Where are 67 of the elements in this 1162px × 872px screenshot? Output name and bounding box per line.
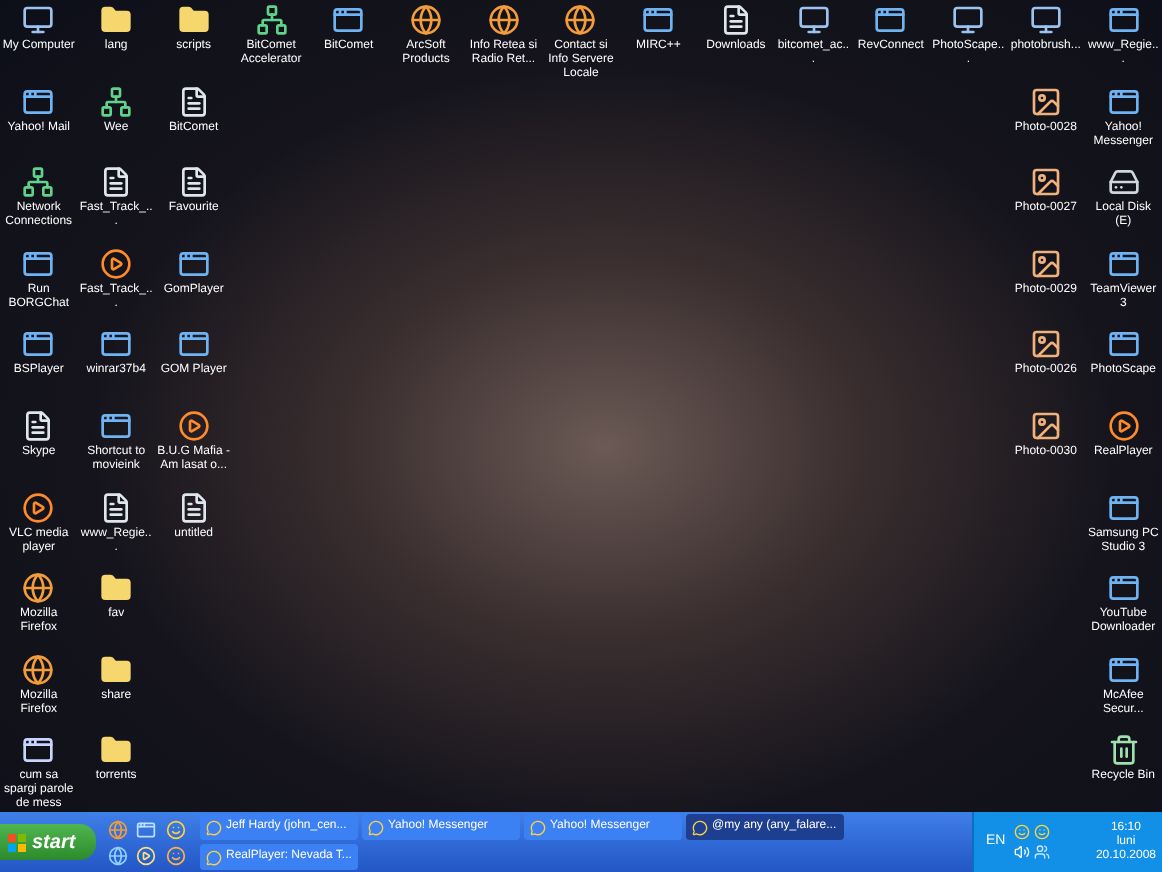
app-icon <box>22 328 55 361</box>
chat-icon <box>692 819 708 835</box>
folder-icon <box>100 653 133 686</box>
smiley-icon[interactable] <box>165 819 186 839</box>
network-icon <box>255 4 288 36</box>
speaker-icon[interactable] <box>1013 844 1030 860</box>
app-icon <box>1107 247 1140 280</box>
app-icon <box>642 4 675 36</box>
monitor-icon <box>1029 4 1062 36</box>
app-icon <box>1107 328 1140 361</box>
document-icon <box>22 409 55 442</box>
play-icon <box>100 247 133 280</box>
document-icon <box>177 85 210 118</box>
smiley-icon[interactable] <box>1013 824 1030 840</box>
document-icon <box>719 4 752 36</box>
app-icon <box>1107 85 1140 118</box>
app-icon <box>22 247 55 280</box>
window-icon <box>22 734 55 767</box>
folder-icon <box>100 572 133 605</box>
image-file-icon <box>1029 328 1062 361</box>
globe-icon[interactable] <box>108 819 128 839</box>
globe-icon <box>410 4 443 36</box>
app-icon <box>1107 4 1140 36</box>
globe-icon <box>22 572 55 605</box>
app-icon <box>1107 653 1140 686</box>
windows-logo-icon <box>8 833 26 851</box>
image-file-icon <box>1029 85 1062 118</box>
folder-icon <box>100 734 133 767</box>
folder-icon <box>177 4 210 36</box>
app-icon <box>874 4 907 36</box>
app-icon <box>100 409 133 442</box>
globe-icon <box>487 4 520 36</box>
app-icon <box>100 328 133 361</box>
network-icon <box>100 85 133 118</box>
app-icon <box>22 85 55 118</box>
document-icon <box>177 166 210 199</box>
users-icon[interactable] <box>1033 844 1050 860</box>
chat-icon <box>530 819 546 835</box>
smiley-icon[interactable] <box>1033 824 1050 840</box>
drive-icon <box>1107 166 1140 199</box>
monitor-icon <box>22 4 55 36</box>
play-icon[interactable] <box>136 845 157 865</box>
globe-icon <box>564 4 597 36</box>
smiley-icon[interactable] <box>165 845 186 865</box>
app-icon <box>177 247 210 280</box>
app-icon <box>1107 572 1140 605</box>
play-icon <box>22 491 55 524</box>
monitor-icon <box>952 4 985 36</box>
play-icon <box>1107 409 1140 442</box>
app-icon <box>1107 491 1140 524</box>
chat-icon <box>368 819 384 835</box>
app-icon[interactable] <box>136 819 157 839</box>
network-icon <box>22 166 55 199</box>
play-icon <box>177 409 210 442</box>
recycle-bin-icon <box>1107 734 1140 767</box>
image-file-icon <box>1029 409 1062 442</box>
document-icon <box>100 491 133 524</box>
globe-icon[interactable] <box>108 845 128 865</box>
app-icon <box>177 328 210 361</box>
globe-icon <box>22 653 55 686</box>
image-file-icon <box>1029 166 1062 199</box>
folder-icon <box>100 4 133 36</box>
document-icon <box>177 491 210 524</box>
app-icon <box>332 4 365 36</box>
document-icon <box>100 166 133 199</box>
monitor-icon <box>797 4 830 36</box>
image-file-icon <box>1029 247 1062 280</box>
